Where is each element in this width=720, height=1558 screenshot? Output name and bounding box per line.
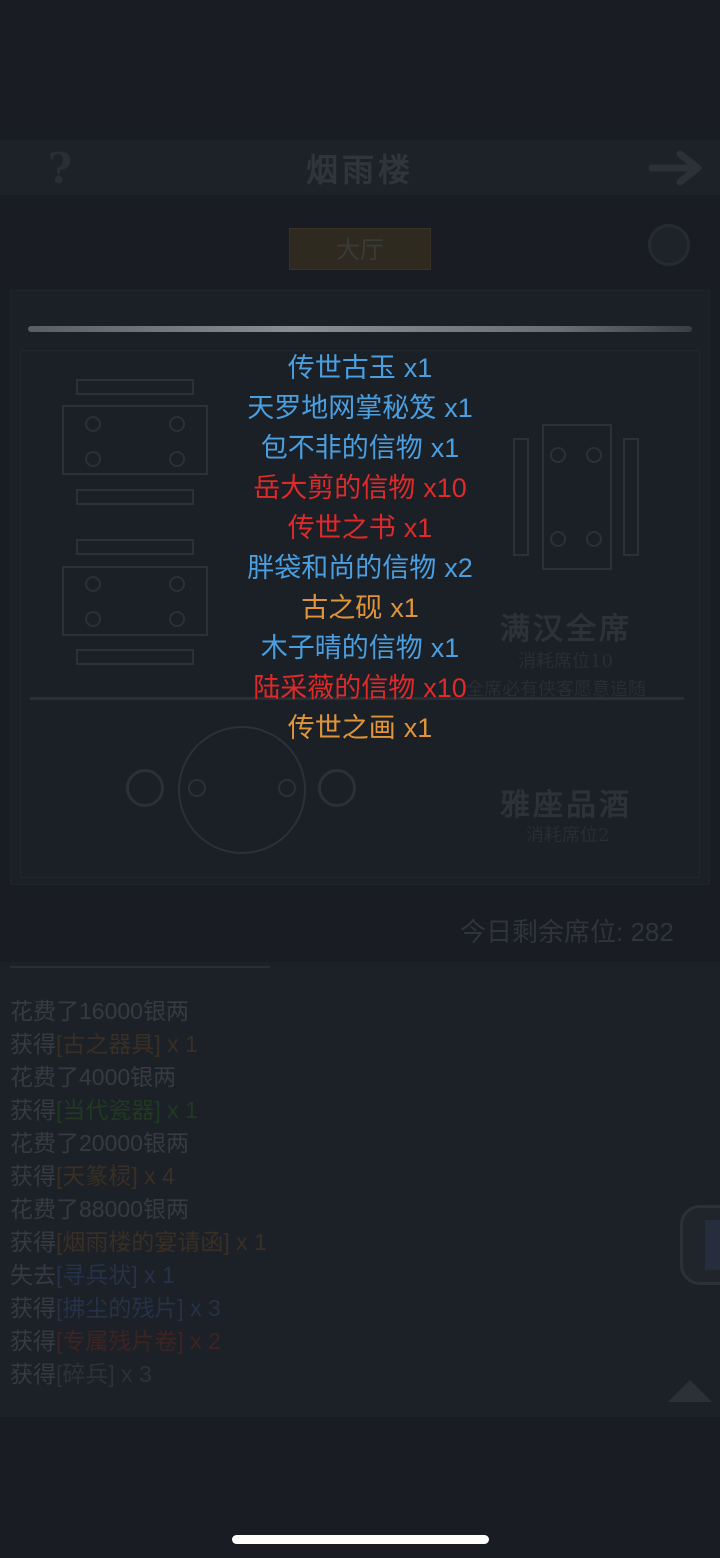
log-qty: x 1 — [160, 1097, 198, 1123]
log-action: 获得 — [10, 1163, 56, 1189]
log-entry: 花费了4000银两 — [10, 1064, 177, 1090]
log-action: 获得 — [10, 1097, 56, 1123]
reward-item: 陆采薇的信物 x10 — [160, 668, 560, 708]
reward-item: 天罗地网掌秘笈 x1 — [160, 388, 560, 428]
bench — [623, 438, 639, 556]
reward-item: 古之砚 x1 — [160, 588, 560, 628]
reward-item: 木子晴的信物 x1 — [160, 628, 560, 668]
log-qty: x 1 — [137, 1262, 175, 1288]
reward-name: 天罗地网掌秘笈 — [247, 393, 437, 423]
log-entry: 花费了88000银两 — [10, 1196, 189, 1222]
log-item: [寻兵状] — [56, 1262, 138, 1288]
reward-name: 木子晴的信物 — [260, 633, 423, 663]
log-qty: x 1 — [229, 1229, 267, 1255]
feature-wine-title[interactable]: 雅座品酒 — [500, 780, 632, 824]
log-entry: 获得[碎兵] x 3 — [10, 1355, 152, 1389]
log-action: 获得 — [10, 1361, 56, 1387]
seat — [85, 451, 101, 467]
seat — [85, 576, 101, 592]
log-action: 失去 — [10, 1262, 56, 1288]
reward-qty: x1 — [403, 513, 433, 543]
log-entry: 获得[古之器具] x 1 — [10, 1025, 198, 1059]
log-entry: 获得[当代瓷器] x 1 — [10, 1091, 198, 1125]
log-entry: 失去[寻兵状] x 1 — [10, 1256, 175, 1290]
page-title: 烟雨楼 — [305, 151, 414, 189]
log-item: [天篆棂] — [56, 1163, 138, 1189]
reward-qty: x1 — [430, 433, 460, 463]
log-item: [专属残片卷] — [56, 1328, 184, 1354]
log-item: [碎兵] — [56, 1361, 115, 1387]
log-entry: 获得[拂尘的残片] x 3 — [10, 1289, 221, 1323]
remaining-seats: 今日剩余席位: 282 — [460, 912, 674, 949]
reward-item: 胖袋和尚的信物 x2 — [160, 548, 560, 588]
log-qty: x 4 — [137, 1163, 175, 1189]
reward-item: 传世之书 x1 — [160, 508, 560, 548]
home-indicator[interactable] — [232, 1535, 489, 1544]
game-screen: ? 烟雨楼 大厅 详情 满汉全席 消耗席位10 全席必有侠客愿意追随 雅座品酒 … — [0, 0, 720, 1558]
reward-qty: x1 — [430, 633, 460, 663]
seat — [586, 531, 602, 547]
log-action: 获得 — [10, 1328, 56, 1354]
remaining-value: 282 — [630, 917, 674, 947]
log-entry: 花费了20000银两 — [10, 1130, 189, 1156]
stool — [126, 769, 164, 807]
seat — [85, 611, 101, 627]
log-item: [古之器具] — [56, 1031, 161, 1057]
reward-name: 胖袋和尚的信物 — [247, 553, 437, 583]
log-entry: 获得[专属残片卷] x 2 — [10, 1322, 221, 1356]
log-entry: 花费了16000银两 — [10, 998, 189, 1024]
seat — [188, 779, 206, 797]
reward-name: 岳大剪的信物 — [253, 473, 416, 503]
tab-hall[interactable]: 大厅 — [289, 228, 431, 270]
log-entry: 获得[天篆棂] x 4 — [10, 1157, 175, 1191]
help-icon[interactable]: ? — [40, 146, 80, 192]
log-qty: x 3 — [114, 1361, 152, 1387]
log-qty: x 1 — [160, 1031, 198, 1057]
log-action: 获得 — [10, 1031, 56, 1057]
log-action: 获得 — [10, 1229, 56, 1255]
reward-qty: x1 — [403, 353, 433, 383]
log-item: [拂尘的残片] — [56, 1295, 184, 1321]
reward-name: 古之砚 — [301, 593, 383, 623]
reward-qty: x1 — [403, 713, 433, 743]
reward-item: 传世之画 x1 — [160, 708, 560, 748]
reward-item: 包不非的信物 x1 — [160, 428, 560, 468]
reward-name: 传世之画 — [287, 713, 396, 743]
scroll-up-icon[interactable] — [668, 1380, 712, 1402]
reward-item: 岳大剪的信物 x10 — [160, 468, 560, 508]
reward-name: 陆采薇的信物 — [253, 673, 416, 703]
reward-qty: x1 — [390, 593, 419, 623]
seat — [278, 779, 296, 797]
log-entry: 获得[烟雨楼的宴请函] x 1 — [10, 1223, 267, 1257]
record-button[interactable] — [648, 224, 690, 266]
side-scroll-widget[interactable] — [680, 1205, 720, 1285]
scroll-icon — [705, 1220, 720, 1270]
stool — [318, 769, 356, 807]
reward-name: 包不非的信物 — [260, 433, 423, 463]
seat — [586, 447, 602, 463]
log-qty: x 3 — [183, 1295, 221, 1321]
reward-qty: x10 — [423, 673, 467, 703]
reward-qty: x2 — [444, 553, 473, 583]
feature-wine-cost: 消耗席位2 — [526, 825, 610, 846]
reward-name: 传世古玉 — [287, 353, 396, 383]
arrow-right-icon[interactable] — [648, 148, 706, 188]
log-cut-line — [10, 956, 270, 968]
log-action: 获得 — [10, 1295, 56, 1321]
reward-qty: x10 — [423, 473, 467, 503]
reward-item: 传世古玉 x1 — [160, 348, 560, 388]
seat — [85, 416, 101, 432]
log-item: [当代瓷器] — [56, 1097, 161, 1123]
reward-qty: x1 — [444, 393, 473, 423]
log-item: [烟雨楼的宴请函] — [56, 1229, 230, 1255]
reward-name: 传世之书 — [287, 513, 396, 543]
log-qty: x 2 — [183, 1328, 221, 1354]
popup-divider — [28, 326, 692, 332]
remaining-label: 今日剩余席位: — [460, 917, 624, 947]
